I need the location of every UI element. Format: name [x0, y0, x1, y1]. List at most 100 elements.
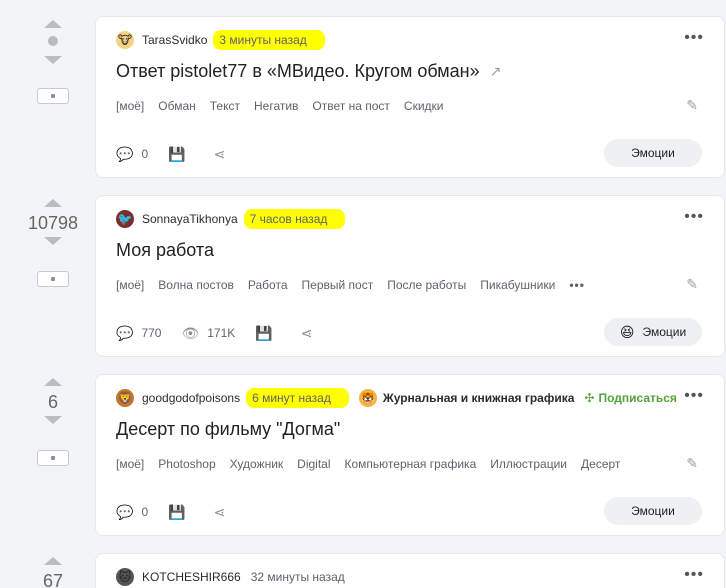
comments-count: 770	[141, 326, 162, 340]
share-button[interactable]: ⋖	[214, 504, 234, 521]
post: 10798 🐦 SonnayaTikhonya 7 часов назад ••…	[0, 179, 726, 359]
tag[interactable]: Иллюстрации	[490, 457, 567, 471]
more-options-icon[interactable]: •••	[684, 566, 704, 584]
vote-column: 67	[16, 537, 90, 588]
share-button[interactable]: ⋖	[214, 146, 234, 163]
post-card: 🦁 goodgodofpoisons 6 минут назад 🐯 Журна…	[95, 374, 725, 536]
author-name[interactable]: goodgodofpoisons	[142, 391, 240, 405]
rating-value: 6	[47, 392, 58, 412]
tag[interactable]: Обман	[158, 99, 196, 113]
avatar[interactable]: 🐱	[116, 568, 134, 586]
save-button[interactable]: 💾	[168, 504, 193, 521]
save-button[interactable]: 💾	[168, 146, 193, 163]
tag[interactable]: Волна постов	[158, 278, 234, 292]
avatar[interactable]: 🐦	[116, 210, 134, 228]
post-title[interactable]: Десерт по фильму "Догма"	[116, 419, 340, 440]
author-name[interactable]: KOTCHESHIR666	[142, 570, 241, 584]
save-toggle-button[interactable]	[37, 88, 69, 104]
tag[interactable]: [моё]	[116, 278, 144, 292]
tag[interactable]: Скидки	[404, 99, 444, 113]
tag[interactable]: Digital	[297, 457, 330, 471]
tag[interactable]: Photoshop	[158, 457, 215, 471]
comments-count: 0	[141, 505, 149, 519]
upvote-button[interactable]	[44, 378, 62, 386]
post-time: 7 часов назад	[243, 209, 346, 229]
rating-value: 67	[42, 571, 64, 588]
edit-tags-icon[interactable]: ✎	[686, 276, 698, 293]
emotions-button[interactable]: Эмоции	[604, 497, 702, 525]
more-options-icon[interactable]: •••	[684, 29, 704, 47]
vote-column	[16, 0, 90, 104]
tag[interactable]: Первый пост	[302, 278, 374, 292]
comment-icon: 💬	[116, 145, 134, 162]
edit-tags-icon[interactable]: ✎	[686, 455, 698, 472]
more-tags-icon[interactable]: •••	[569, 278, 585, 292]
tag[interactable]: Текст	[210, 99, 240, 113]
more-options-icon[interactable]: •••	[684, 387, 704, 405]
tag[interactable]: Пикабушники	[480, 278, 555, 292]
post: 6 🦁 goodgodofpoisons 6 минут назад 🐯 Жур…	[0, 358, 726, 538]
tag[interactable]: Негатив	[254, 99, 298, 113]
rating-placeholder-dot	[48, 36, 58, 46]
tag[interactable]: Художник	[230, 457, 284, 471]
emotions-button[interactable]: Эмоции	[604, 139, 702, 167]
save-toggle-button[interactable]	[37, 450, 69, 466]
tag[interactable]: [моё]	[116, 457, 144, 471]
save-button[interactable]: 💾	[255, 325, 280, 342]
save-toggle-button[interactable]	[37, 271, 69, 287]
external-link-icon[interactable]: ↗	[490, 63, 502, 80]
post-header: 🦁 goodgodofpoisons 6 минут назад 🐯 Журна…	[116, 387, 704, 409]
upvote-button[interactable]	[44, 557, 62, 565]
tag[interactable]: После работы	[387, 278, 466, 292]
tag[interactable]: Компьютерная графика	[345, 457, 477, 471]
post-title-text[interactable]: Ответ pistolet77 в «МВидео. Кругом обман…	[116, 61, 480, 82]
downvote-button[interactable]	[44, 56, 62, 64]
subscribe-button[interactable]: ✣ Подписаться	[584, 391, 677, 405]
upvote-button[interactable]	[44, 20, 62, 28]
more-options-icon[interactable]: •••	[684, 208, 704, 226]
vote-column: 6	[16, 358, 90, 466]
post-title[interactable]: Ответ pistolet77 в «МВидео. Кругом обман…	[116, 61, 501, 82]
author-name[interactable]: TarasSvidko	[142, 33, 207, 47]
post-title-text[interactable]: Десерт по фильму "Догма"	[116, 419, 340, 440]
post-title[interactable]: Моя работа	[116, 240, 214, 261]
floppy-disk-icon: 💾	[255, 324, 273, 341]
tag[interactable]: [моё]	[116, 99, 144, 113]
subscribe-icon: ✣	[584, 391, 595, 405]
share-icon: ⋖	[300, 324, 313, 341]
tag-list: [моё] Обман Текст Негатив Ответ на пост …	[116, 99, 664, 113]
edit-tags-icon[interactable]: ✎	[686, 97, 698, 114]
comment-icon: 💬	[116, 324, 134, 341]
community-avatar[interactable]: 🐯	[358, 389, 377, 407]
tag-list: [моё] Photoshop Художник Digital Компьют…	[116, 457, 664, 471]
floppy-disk-icon: 💾	[168, 145, 186, 162]
square-icon	[51, 456, 55, 460]
post-footer: 💬 770 👁 171K 💾 ⋖ 😆 Эмоции	[116, 318, 702, 348]
emotions-label: Эмоции	[631, 146, 675, 160]
author-name[interactable]: SonnayaTikhonya	[142, 212, 238, 226]
emotions-button[interactable]: 😆 Эмоции	[604, 318, 702, 346]
avatar[interactable]: 🦁	[116, 389, 134, 407]
views-counter: 👁 171K	[181, 325, 235, 342]
tag[interactable]: Работа	[248, 278, 288, 292]
share-button[interactable]: ⋖	[301, 325, 321, 342]
comments-button[interactable]: 💬 770	[116, 325, 161, 342]
share-icon: ⋖	[213, 145, 226, 162]
post-title-text[interactable]: Моя работа	[116, 240, 214, 261]
post-header: 🐦 SonnayaTikhonya 7 часов назад	[116, 208, 704, 230]
post-card: 🐮 TarasSvidko 3 минуты назад ••• Ответ p…	[95, 16, 725, 178]
comments-button[interactable]: 💬 0	[116, 146, 148, 163]
emotions-label: Эмоции	[631, 504, 675, 518]
comments-button[interactable]: 💬 0	[116, 504, 148, 521]
tag[interactable]: Десерт	[581, 457, 620, 471]
feed: 🐮 TarasSvidko 3 минуты назад ••• Ответ p…	[0, 0, 726, 588]
downvote-button[interactable]	[44, 237, 62, 245]
upvote-button[interactable]	[44, 199, 62, 207]
community-name[interactable]: Журнальная и книжная графика	[383, 391, 575, 405]
post-card: 🐱 KOTCHESHIR666 32 минуты назад •••	[95, 553, 725, 588]
post-header: 🐮 TarasSvidko 3 минуты назад	[116, 29, 704, 51]
avatar[interactable]: 🐮	[116, 31, 134, 49]
square-icon	[51, 94, 55, 98]
tag[interactable]: Ответ на пост	[312, 99, 389, 113]
downvote-button[interactable]	[44, 416, 62, 424]
